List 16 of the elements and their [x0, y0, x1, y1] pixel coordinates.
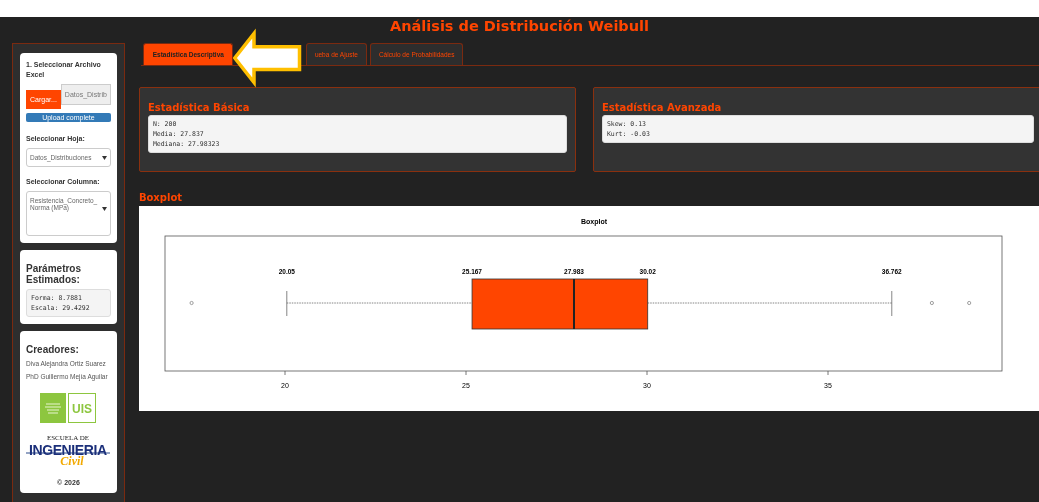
outlier-point: [189, 301, 194, 305]
credits-heading: Creadores:: [26, 344, 80, 355]
median-line: [572, 278, 575, 330]
outlier-point: [967, 301, 972, 305]
outlier-point: [929, 301, 934, 305]
logo-frame: [68, 393, 97, 423]
arrow-icon: [232, 28, 303, 88]
panel-title: Estadística Avanzada: [601, 102, 723, 113]
emblem-icon: [40, 393, 67, 423]
app-title: Análisis de Distribución Weibull: [390, 17, 649, 36]
caret-icon: [101, 155, 107, 160]
caret-icon: [101, 207, 107, 211]
panel-title: Estadística Básica: [147, 102, 251, 113]
logo-mark: UIS: [72, 402, 93, 416]
section-heading: Boxplot: [138, 192, 184, 203]
parameters-heading: Parámetros Estimados:: [26, 263, 83, 285]
